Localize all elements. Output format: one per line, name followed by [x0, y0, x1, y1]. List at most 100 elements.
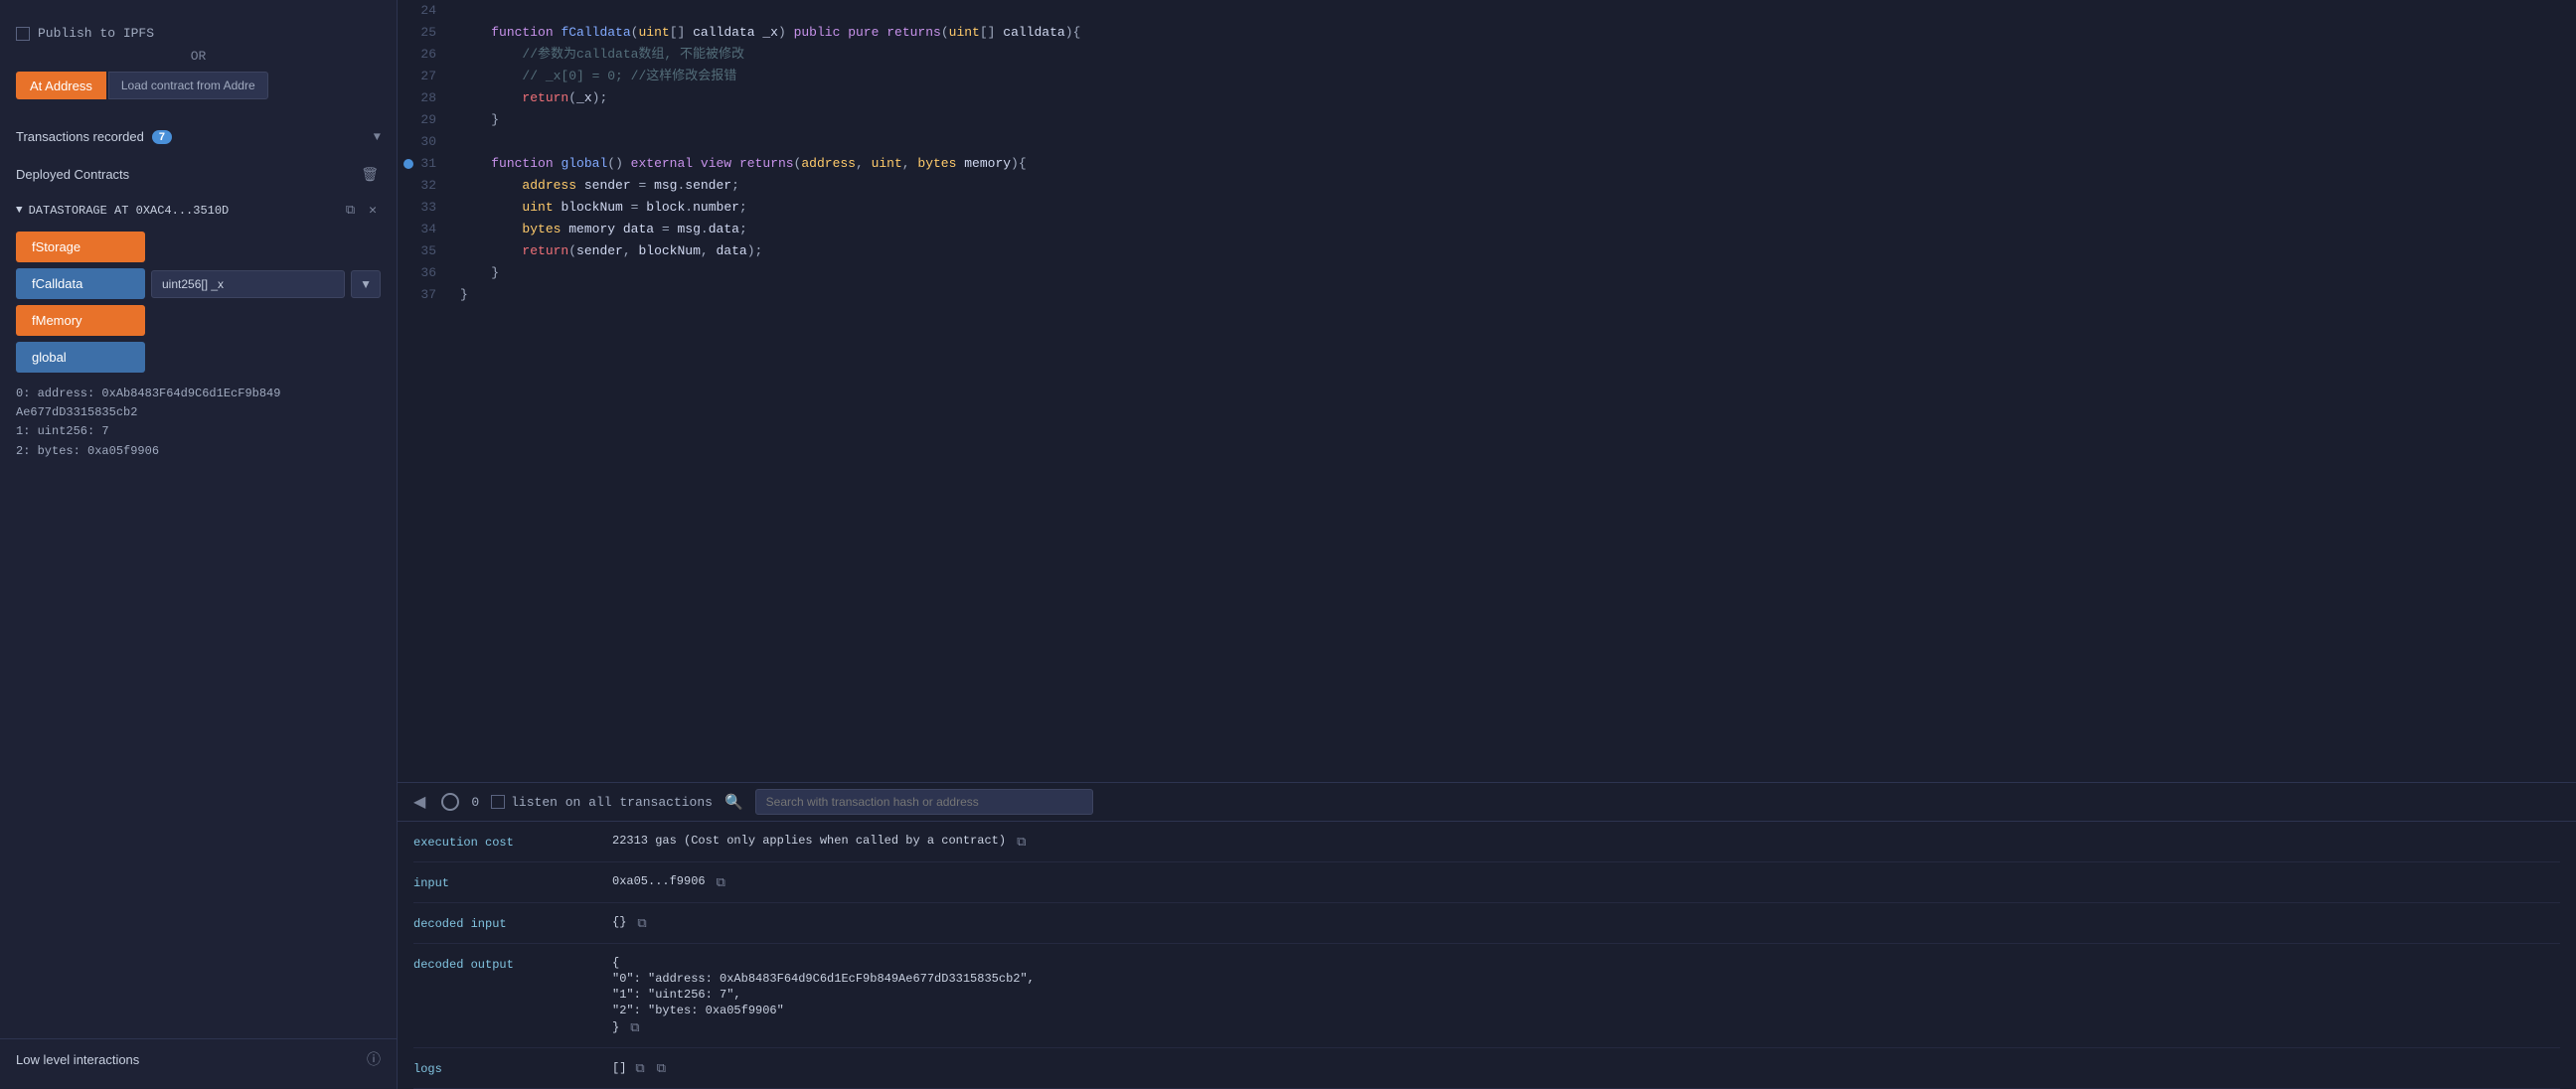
logs-label: logs	[413, 1060, 612, 1076]
execution-cost-label: execution cost	[413, 834, 612, 850]
input-copy-button[interactable]: ⧉	[714, 874, 728, 890]
low-level-row: Low level interactions ⓘ	[0, 1038, 397, 1079]
fcalldata-dropdown-button[interactable]: ▼	[351, 270, 381, 298]
transactions-count-badge: 7	[152, 130, 172, 144]
line-number-30: 30	[398, 131, 452, 153]
line-number-32: 32	[398, 175, 452, 197]
decoded-input-row: decoded input {} ⧉	[413, 903, 2560, 944]
line-content-37: }	[452, 284, 2576, 306]
code-line-25: 25 function fCalldata(uint[] calldata _x…	[398, 22, 2576, 44]
logs-value: [] ⧉ ⧉	[612, 1060, 2560, 1076]
decoded-input-copy-button[interactable]: ⧉	[634, 915, 649, 931]
decoded-output-block: { "0": "address: 0xAb8483F64d9C6d1EcF9b8…	[612, 956, 1035, 1035]
line-content-35: return(sender, blockNum, data);	[452, 240, 2576, 262]
delete-contracts-button[interactable]: 🗑	[359, 164, 381, 185]
input-label: input	[413, 874, 612, 890]
global-row: global	[16, 342, 381, 373]
load-contract-button[interactable]: Load contract from Addre	[108, 72, 268, 99]
line-number-24: 24	[398, 0, 452, 22]
logs-copy-button-2[interactable]: ⧉	[654, 1060, 669, 1076]
code-line-36: 36 }	[398, 262, 2576, 284]
breakpoint-dot-31	[403, 159, 413, 169]
function-output: 0: address: 0xAb8483F64d9C6d1EcF9b849 Ae…	[0, 379, 397, 467]
line-number-28: 28	[398, 87, 452, 109]
code-line-28: 28 return(_x);	[398, 87, 2576, 109]
sidebar-top: Publish to IPFS OR At Address Load contr…	[0, 10, 397, 119]
deployed-contracts-title: Deployed Contracts	[16, 167, 129, 182]
line-content-29: }	[452, 109, 2576, 131]
listen-checkbox-row: listen on all transactions	[491, 795, 713, 810]
listen-all-checkbox[interactable]	[491, 795, 505, 809]
global-button[interactable]: global	[16, 342, 145, 373]
code-line-27: 27 // _x[0] = 0; //这样修改会报错	[398, 66, 2576, 87]
publish-checkbox[interactable]	[16, 27, 30, 41]
code-line-35: 35 return(sender, blockNum, data);	[398, 240, 2576, 262]
fmemory-button[interactable]: fMemory	[16, 305, 145, 336]
code-line-26: 26 //参数为calldata数组, 不能被修改	[398, 44, 2576, 66]
fmemory-row: fMemory	[16, 305, 381, 336]
fcalldata-param-input[interactable]	[151, 270, 345, 298]
at-address-button[interactable]: At Address	[16, 72, 106, 99]
input-row: input 0xa05...f9906 ⧉	[413, 862, 2560, 903]
address-row: At Address Load contract from Addre	[16, 72, 381, 99]
code-line-24: 24	[398, 0, 2576, 22]
transactions-recorded-section[interactable]: Transactions recorded 7 ▼	[0, 119, 397, 154]
code-line-30: 30	[398, 131, 2576, 153]
output-line-2: 2: bytes: 0xa05f9906	[16, 442, 381, 461]
input-value: 0xa05...f9906 ⧉	[612, 874, 2560, 890]
transaction-details: execution cost 22313 gas (Cost only appl…	[398, 822, 2576, 1089]
line-number-35: 35	[398, 240, 452, 262]
fcalldata-row: fCalldata ▼	[16, 268, 381, 299]
publish-row: Publish to IPFS	[16, 26, 381, 41]
execution-cost-row: execution cost 22313 gas (Cost only appl…	[413, 822, 2560, 862]
line-content-36: }	[452, 262, 2576, 284]
tx-count: 0	[471, 795, 479, 810]
decoded-output-line-0: "0": "address: 0xAb8483F64d9C6d1EcF9b849…	[612, 972, 1035, 986]
line-content-34: bytes memory data = msg.data;	[452, 219, 2576, 240]
decoded-output-line-2: "2": "bytes: 0xa05f9906"	[612, 1004, 1035, 1017]
logs-row: logs [] ⧉ ⧉	[413, 1048, 2560, 1089]
output-line-0b: Ae677dD3315835cb2	[16, 403, 381, 422]
info-icon: ⓘ	[367, 1049, 381, 1069]
decoded-input-label: decoded input	[413, 915, 612, 931]
line-number-37: 37	[398, 284, 452, 306]
function-buttons: fStorage fCalldata ▼ fMemory global	[0, 226, 397, 379]
line-content-27: // _x[0] = 0; //这样修改会报错	[452, 66, 2576, 87]
code-line-34: 34 bytes memory data = msg.data;	[398, 219, 2576, 240]
line-number-34: 34	[398, 219, 452, 240]
code-line-37: 37 }	[398, 284, 2576, 306]
transactions-recorded-title: Transactions recorded 7	[16, 129, 172, 144]
contract-close-icon[interactable]: ✕	[365, 201, 381, 220]
fstorage-row: fStorage	[16, 232, 381, 262]
listen-all-label: listen on all transactions	[511, 795, 713, 810]
search-icon: 🔍	[724, 793, 743, 812]
line-content-26: //参数为calldata数组, 不能被修改	[452, 44, 2576, 66]
line-number-36: 36	[398, 262, 452, 284]
fstorage-button[interactable]: fStorage	[16, 232, 145, 262]
execution-cost-copy-button[interactable]: ⧉	[1014, 834, 1029, 850]
transaction-bar: ◀ 0 listen on all transactions 🔍	[398, 782, 2576, 822]
fcalldata-button[interactable]: fCalldata	[16, 268, 145, 299]
transactions-chevron-icon: ▼	[374, 130, 381, 144]
low-level-title: Low level interactions	[16, 1052, 139, 1067]
or-divider: OR	[16, 49, 381, 64]
output-line-0: 0: address: 0xAb8483F64d9C6d1EcF9b849	[16, 385, 381, 403]
decoded-output-close: }	[612, 1020, 619, 1034]
contract-copy-icon[interactable]: ⧉	[342, 201, 359, 220]
tx-search-input[interactable]	[755, 789, 1093, 815]
line-number-25: 25	[398, 22, 452, 44]
line-content-31: function global() external view returns(…	[452, 153, 2576, 175]
tx-nav-left-button[interactable]: ◀	[409, 790, 429, 814]
decoded-output-row: decoded output { "0": "address: 0xAb8483…	[413, 944, 2560, 1048]
code-line-32: 32 address sender = msg.sender;	[398, 175, 2576, 197]
code-area: 24 25 function fCalldata(uint[] calldata…	[398, 0, 2576, 782]
decoded-output-open: {	[612, 956, 1035, 970]
execution-cost-value: 22313 gas (Cost only applies when called…	[612, 834, 2560, 850]
line-content-33: uint blockNum = block.number;	[452, 197, 2576, 219]
decoded-input-value: {} ⧉	[612, 915, 2560, 931]
output-line-1: 1: uint256: 7	[16, 422, 381, 441]
logs-copy-button-1[interactable]: ⧉	[632, 1060, 647, 1076]
decoded-output-copy-button[interactable]: ⧉	[627, 1019, 642, 1035]
code-line-29: 29 }	[398, 109, 2576, 131]
deployed-contracts-section[interactable]: Deployed Contracts 🗑	[0, 154, 397, 195]
